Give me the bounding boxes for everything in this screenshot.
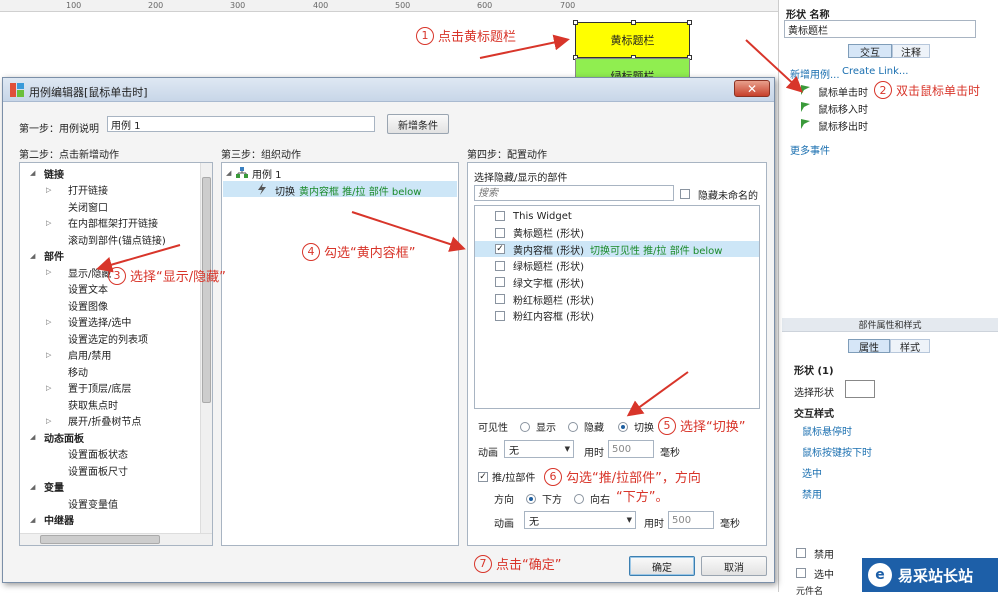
- annotation-1: 1 点击黄标题栏: [416, 26, 516, 45]
- annotation-7: 7 点击“确定”: [474, 554, 561, 573]
- annotation-6: 6 勾选“推/拉部件”，方向: [544, 467, 701, 486]
- annotation-2: 2 双击鼠标单击时: [874, 81, 980, 99]
- arrow-5: [626, 371, 689, 417]
- annotation-arrows: [96, 34, 803, 417]
- annotation-4: 4 勾选“黄内容框”: [302, 242, 415, 261]
- watermark-text: 易采站长站: [898, 566, 974, 585]
- annotation-5: 5 选择“切换”: [658, 416, 745, 435]
- arrow-2: [745, 39, 803, 93]
- annotation-6-line2: “下方”。: [616, 490, 669, 505]
- arrow-3: [96, 244, 181, 273]
- watermark-logo-icon: e: [868, 563, 892, 587]
- site-watermark: e 易采站长站: [862, 558, 998, 592]
- annotation-3: 3 选择“显示/隐藏”: [108, 266, 226, 285]
